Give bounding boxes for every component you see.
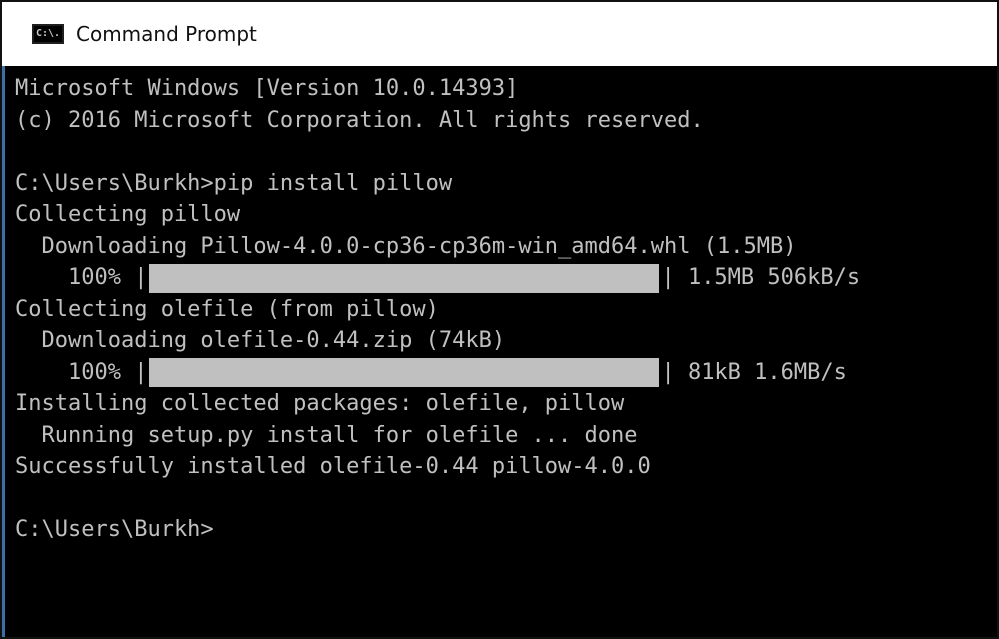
console-line: (c) 2016 Microsoft Corporation. All righ… [15,107,704,133]
progress-line: 100% | | 1.5MB 506kB/s [15,262,997,294]
console-output[interactable]: Microsoft Windows [Version 10.0.14393] (… [2,66,997,637]
console-line: Installing collected packages: olefile, … [15,391,625,416]
progress-suffix: | 1.5MB 506kB/s [661,265,861,290]
progress-bar [149,263,660,293]
console-line: Microsoft Windows [Version 10.0.14393] [15,76,519,101]
icon-label: C:\. [35,28,61,39]
progress-prefix: 100% | [15,359,148,385]
console-line: Running setup.py install for olefile ...… [15,422,638,448]
window-title: Command Prompt [76,22,257,46]
console-line: Collecting pillow [15,202,241,227]
console-line: Successfully installed olefile-0.44 pill… [15,454,651,479]
command-prompt-window: C:\. Command Prompt Microsoft Windows [V… [0,0,999,639]
console-line: C:\Users\Burkh>pip install pillow [15,170,453,196]
console-line: Collecting olefile (from pillow) [15,296,439,322]
title-bar[interactable]: C:\. Command Prompt [2,2,997,66]
progress-bar [149,358,660,387]
console-prompt[interactable]: C:\Users\Burkh> [15,514,997,546]
console-line: Downloading Pillow-4.0.0-cp36-cp36m-win_… [15,233,797,259]
console-app-icon[interactable]: C:\. [32,24,64,44]
progress-suffix: | 81kB 1.6MB/s [661,359,847,385]
console-line: Downloading olefile-0.44.zip (74kB) [15,328,506,353]
progress-prefix: 100% | [15,265,148,290]
progress-line: 100% | | 81kB 1.6MB/s [15,357,997,389]
